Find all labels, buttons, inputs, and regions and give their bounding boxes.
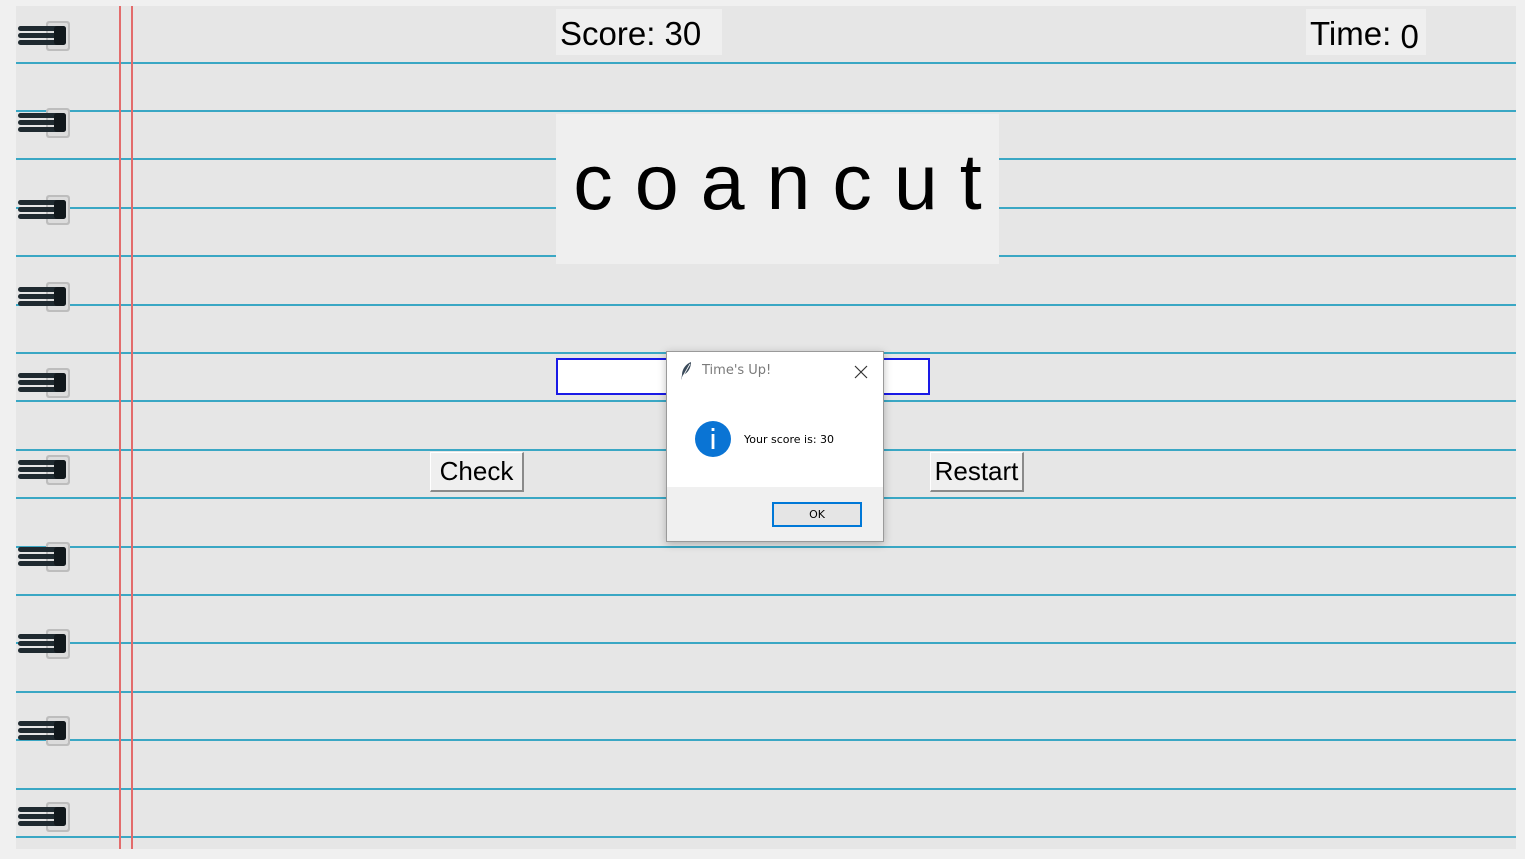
binder-ring-icon	[18, 108, 70, 138]
time-display: Time: 0	[1306, 9, 1426, 55]
notebook-rule	[16, 62, 1516, 64]
info-icon	[695, 421, 731, 457]
ok-button[interactable]: OK	[772, 502, 862, 527]
binder-ring-icon	[18, 802, 70, 832]
dialog-footer: OK	[667, 487, 883, 541]
scrambled-word-panel: c o a n c u t	[556, 114, 999, 264]
binder-ring-icon	[18, 21, 70, 51]
feather-icon	[681, 362, 691, 380]
notebook-rule	[16, 739, 1516, 741]
notebook-rule	[16, 642, 1516, 644]
binder-ring-icon	[18, 455, 70, 485]
score-display: Score: 30	[556, 9, 722, 55]
margin-line	[119, 6, 121, 849]
time-label: Time:	[1310, 15, 1401, 52]
binder-ring-icon	[18, 542, 70, 572]
scrambled-word: c o a n c u t	[573, 137, 982, 226]
notebook-rule	[16, 546, 1516, 548]
binder-ring-icon	[18, 716, 70, 746]
dialog-title: Time's Up!	[702, 363, 772, 378]
dialog-message: Your score is: 30	[744, 433, 835, 446]
notebook-rule	[16, 110, 1516, 112]
restart-button[interactable]: Restart	[930, 452, 1024, 492]
margin-line	[131, 6, 133, 849]
score-label: Score: 30	[560, 15, 702, 52]
dialog-titlebar[interactable]: Time's Up!	[667, 352, 883, 390]
binder-ring-icon	[18, 282, 70, 312]
check-button[interactable]: Check	[430, 452, 524, 492]
binder-ring-icon	[18, 195, 70, 225]
close-icon[interactable]	[851, 362, 871, 382]
time-value: 0	[1400, 18, 1419, 55]
notebook-rule	[16, 788, 1516, 790]
notebook-rule	[16, 304, 1516, 306]
binder-ring-icon	[18, 368, 70, 398]
binder-ring-icon	[18, 629, 70, 659]
times-up-dialog: Time's Up! Your score is: 30 OK	[666, 351, 884, 542]
notebook-rule	[16, 691, 1516, 693]
notebook-rule	[16, 594, 1516, 596]
time-readout: Time: 0	[1310, 15, 1419, 55]
notebook-rule	[16, 836, 1516, 838]
